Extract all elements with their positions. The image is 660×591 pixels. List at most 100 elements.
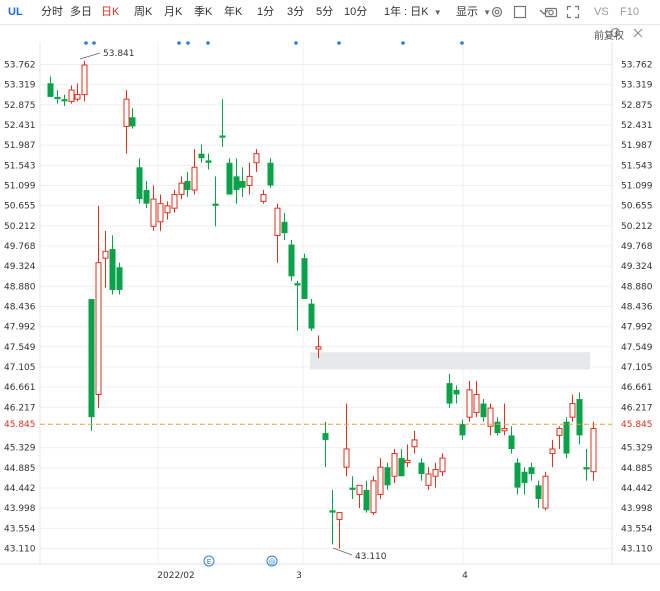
candle-body[interactable] [308,303,315,329]
candle-body[interactable] [583,467,590,470]
candle-body[interactable] [136,167,143,200]
event-marker-dot[interactable] [84,41,88,45]
candle-body[interactable] [404,459,411,464]
candle-body[interactable] [281,221,288,234]
candle-body[interactable] [501,428,508,432]
period-tab-multiday[interactable]: 多日 [70,5,92,19]
candle-body[interactable] [556,428,563,436]
period-tab-1min[interactable]: 1分 [257,5,274,19]
event-marker-dot[interactable] [206,41,210,45]
candle-body[interactable] [239,180,246,188]
candle-body[interactable] [535,485,542,499]
candle-body[interactable] [322,433,329,440]
candle-body[interactable] [563,421,570,454]
period-tab-3min[interactable]: 3分 [287,5,304,19]
candle-body[interactable] [336,512,343,520]
candle-body[interactable] [391,453,398,477]
candle-body[interactable] [205,160,212,163]
candle-body[interactable] [61,99,68,102]
candle-body[interactable] [363,489,370,511]
event-marker-dot[interactable] [337,41,341,45]
candlestick-chart[interactable]: 53.762 53.762 53.319 53.319 52.875 52.875 52.4… [0,0,660,591]
candle-body[interactable] [246,175,253,186]
period-tab-daily-k[interactable]: 日K [101,5,119,19]
candle-body[interactable] [398,458,405,477]
candle-body[interactable] [590,428,597,473]
candle-body[interactable] [459,424,466,436]
candle-body[interactable] [178,182,185,196]
checkbox-icon[interactable] [513,5,527,19]
candle-body[interactable] [68,89,75,102]
candle-body[interactable] [74,94,81,100]
candle-body[interactable] [164,205,171,214]
candle-body[interactable] [102,250,109,259]
candle-body[interactable] [47,83,54,97]
candle-body[interactable] [494,421,501,434]
candle-body[interactable] [184,180,191,190]
candle-body[interactable] [349,487,356,490]
candle-body[interactable] [514,462,521,488]
candle-body[interactable] [384,467,391,486]
vs-compare-button[interactable]: VS [594,5,609,19]
period-tab-weekly-k[interactable]: 周K [134,5,152,19]
display-menu[interactable]: 显示 ▼ [456,5,491,20]
candle-body[interactable] [95,262,102,395]
candle-body[interactable] [446,383,453,404]
candle-body[interactable] [212,203,219,206]
event-marker-dot[interactable] [460,41,464,45]
candle-body[interactable] [418,462,425,474]
candle-body[interactable] [329,510,336,513]
period-tab-intraday[interactable]: 分时 [41,5,63,19]
candle-body[interactable] [288,244,295,277]
candle-body[interactable] [473,393,480,414]
event-marker-dot[interactable] [401,41,405,45]
candle-body[interactable] [370,480,377,514]
candle-body[interactable] [315,346,322,350]
candle-body[interactable] [54,96,61,100]
candle-body[interactable] [226,162,233,195]
candle-body[interactable] [528,467,535,474]
symbol-label[interactable]: UL [8,5,23,19]
range-select[interactable]: 1年 : 日K ▼ [384,5,442,20]
event-marker-dot[interactable] [177,41,181,45]
candle-body[interactable] [88,299,95,418]
fullscreen-icon[interactable] [566,5,580,19]
candle-body[interactable] [81,64,88,96]
candle-body[interactable] [576,399,583,436]
candle-body[interactable] [356,484,363,495]
candle-body[interactable] [171,194,178,209]
period-tab-quarterly-k[interactable]: 季K [194,5,212,19]
candle-body[interactable] [569,403,576,418]
candle-body[interactable] [150,198,157,227]
candle-body[interactable] [453,389,460,395]
candle-body[interactable] [301,258,308,300]
candle-body[interactable] [432,468,439,477]
candle-body[interactable] [253,153,260,164]
candle-body[interactable] [260,194,267,202]
period-tab-5min[interactable]: 5分 [316,5,333,19]
candle-body[interactable] [439,457,446,473]
f10-button[interactable]: F10 [620,5,639,19]
candle-body[interactable] [157,203,164,223]
adjust-mode-label[interactable]: 前复权 [594,27,624,42]
candle-body[interactable] [274,207,281,236]
candle-body[interactable] [123,98,130,127]
candle-body[interactable] [521,471,528,484]
settings-gear-icon[interactable] [490,5,504,19]
period-tab-yearly-k[interactable]: 年K [224,5,242,19]
close-icon[interactable] [633,28,643,38]
candle-body[interactable] [294,283,301,286]
event-marker-dot[interactable] [294,41,298,45]
candle-body[interactable] [425,473,432,486]
candle-body[interactable] [343,448,350,468]
candle-body[interactable] [233,176,240,190]
candle-body[interactable] [466,389,473,418]
camera-icon[interactable] [544,5,558,19]
candle-body[interactable] [267,162,274,186]
candle-body[interactable] [377,466,384,495]
period-tab-monthly-k[interactable]: 月K [164,5,182,19]
candle-body[interactable] [116,267,123,290]
candle-body[interactable] [198,153,205,159]
candle-body[interactable] [109,249,116,290]
candle-body[interactable] [480,403,487,418]
